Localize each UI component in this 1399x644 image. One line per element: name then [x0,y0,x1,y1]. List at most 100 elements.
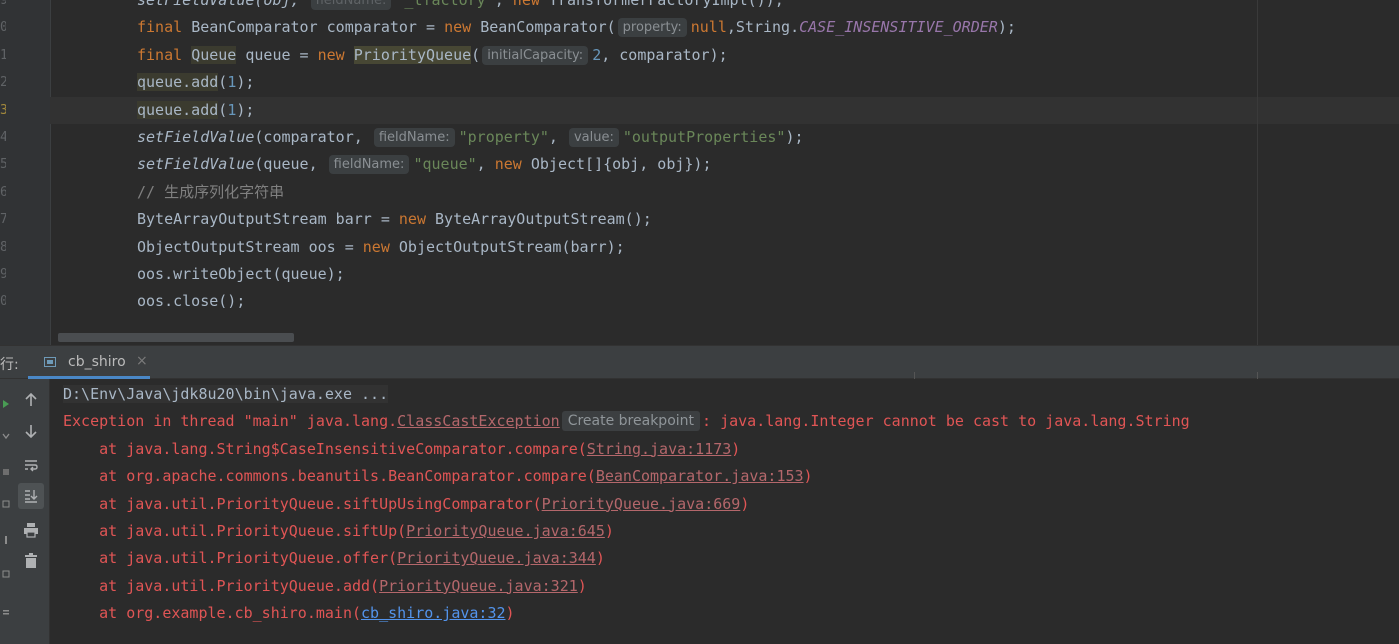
right-margin-guide [1257,0,1258,345]
stack-frame-method: at java.lang.String$CaseInsensitiveCompa… [63,439,587,458]
code-token: ( [218,100,228,119]
console-toolbar [13,379,50,644]
print-icon[interactable] [18,517,44,543]
source-location-link[interactable]: PriorityQueue.java:669 [542,495,741,513]
parameter-hint: property: [617,18,687,38]
stop-icon[interactable] [2,461,9,475]
code-token: , [494,0,513,9]
code-token: ( [218,73,228,92]
code-token: "outputProperties" [622,128,786,146]
scroll-up-arrow-icon[interactable] [18,387,44,413]
code-token: , [476,155,495,174]
line-number-gutter: 9 0 1 2 3 4 5 6 7 8 9 0 [0,0,51,345]
source-location-link[interactable]: BeanComparator.java:153 [596,467,804,485]
code-token: BeanComparator comparator = [191,18,445,37]
tab-close-icon[interactable]: × [136,353,148,369]
code-token: , [548,128,567,146]
tab-cb-shiro[interactable]: cb_shiro × [28,346,156,379]
code-token: 1 [227,100,237,119]
line-number: 7 [0,212,6,228]
code-token: (queue, [254,155,327,174]
stack-trace-line: at java.util.PriorityQueue.siftUpUsingCo… [63,491,749,518]
stack-frame-suffix: ) [577,576,587,595]
code-line[interactable]: final BeanComparator comparator = new Be… [50,14,1399,41]
line-number: 9 [0,267,6,282]
exception-line: Exception in thread "main" java.lang.Cla… [63,408,1190,435]
code-token: ); [785,128,804,146]
line-number: 9 [0,0,6,8]
code-line[interactable]: queue.add(1); [50,96,1399,124]
scroll-to-end-icon[interactable] [18,483,44,509]
code-token: ( [471,45,481,64]
code-token: ); [236,73,255,92]
line-number: 5 [0,157,6,173]
source-location-link[interactable]: String.java:1173 [587,440,732,458]
code-token: new [317,45,354,64]
stack-trace-line: at org.example.cb_shiro.main(cb_shiro.ja… [63,600,515,627]
source-location-link[interactable]: PriorityQueue.java:645 [406,522,605,540]
code-line[interactable]: setFieldValue(obj, fieldName: "_tfactory"… [50,0,1399,14]
more-icon[interactable] [2,601,9,615]
code-line[interactable]: oos.close(); [50,288,1399,315]
soft-wrap-icon[interactable] [18,452,44,478]
rerun-icon[interactable] [2,393,9,408]
code-line[interactable]: ByteArrayOutputStream barr = new ByteArr… [50,206,1399,233]
collapse-icon[interactable] [2,425,10,440]
exception-prefix: Exception in thread "main" java.lang. [63,412,398,431]
parameter-hint: fieldName: [328,155,410,175]
line-number: 0 [0,20,6,36]
code-token: setFieldValue(obj, [137,0,309,9]
run-config-icon [44,357,56,367]
code-token: new [444,18,481,37]
code-token: ); [997,18,1016,37]
line-number: 4 [0,130,6,145]
code-token: queue.add [137,73,219,92]
line-number: 1 [0,47,6,63]
restore-layout-icon[interactable] [2,493,10,508]
code-line[interactable]: queue.add(1); [50,69,1399,96]
stack-frame-method: at java.util.PriorityQueue.siftUp( [63,522,407,540]
source-location-link[interactable]: cb_shiro.java:32 [361,604,506,622]
code-token: setFieldValue [137,155,255,174]
stack-frame-method: at java.util.PriorityQueue.offer( [63,549,398,568]
stack-frame-method: at org.example.cb_shiro.main( [63,604,362,623]
line-number: 6 [0,184,6,200]
stack-frame-suffix: ) [505,604,515,623]
stack-frame-method: at java.util.PriorityQueue.siftUpUsingCo… [63,494,542,513]
exception-class-link[interactable]: ClassCastException [397,412,560,430]
code-token: ByteArrayOutputStream(); [435,210,652,229]
stack-frame-suffix: ) [604,522,614,540]
code-token: // 生成序列化字符串 [137,182,285,201]
settings-icon[interactable] [2,563,10,578]
trash-icon[interactable] [18,548,44,574]
code-token: "queue" [413,155,477,174]
horizontal-scrollbar-thumb[interactable] [58,333,294,342]
code-token: oos.writeObject(queue); [137,265,345,283]
line-number: 0 [0,294,6,310]
source-location-link[interactable]: PriorityQueue.java:321 [379,577,578,595]
code-token: queue.add [137,100,219,119]
code-token: , comparator); [601,45,728,64]
code-token: 1 [227,73,237,92]
pin-icon[interactable] [2,529,8,544]
code-token: ObjectOutputStream(barr); [398,237,625,256]
code-line[interactable]: oos.writeObject(queue); [50,261,1399,288]
code-token: ); [236,100,255,119]
code-editor[interactable]: 9 0 1 2 3 4 5 6 7 8 9 0 setFieldValue(obj, fieldNam… [0,0,1399,345]
code-token: new [398,210,436,229]
code-line[interactable]: ObjectOutputStream oos = new ObjectOutpu… [50,234,1399,261]
tab-label: cb_shiro [68,354,126,370]
scroll-down-arrow-icon[interactable] [18,418,44,444]
code-token: new [494,155,531,174]
code-token: "_tfactory" [395,0,495,9]
code-line[interactable]: setFieldValue(queue, fieldName: "queue", … [50,151,1399,178]
parameter-hint: fieldName: [310,0,392,10]
code-line[interactable]: setFieldValue(comparator, fieldName: "pro… [50,124,1399,151]
stack-trace-line: at java.util.PriorityQueue.siftUp(Priori… [63,518,614,545]
create-breakpoint-button[interactable]: Create breakpoint [561,411,701,432]
java-command: D:\Env\Java\jdk8u20\bin\java.exe ... [63,385,389,403]
code-token: BeanComparator( [480,18,616,37]
code-line[interactable]: // 生成序列化字符串 [50,179,1399,206]
code-line[interactable]: final Queue queue = new PriorityQueue(in… [50,42,1399,69]
source-location-link[interactable]: PriorityQueue.java:344 [397,549,596,567]
